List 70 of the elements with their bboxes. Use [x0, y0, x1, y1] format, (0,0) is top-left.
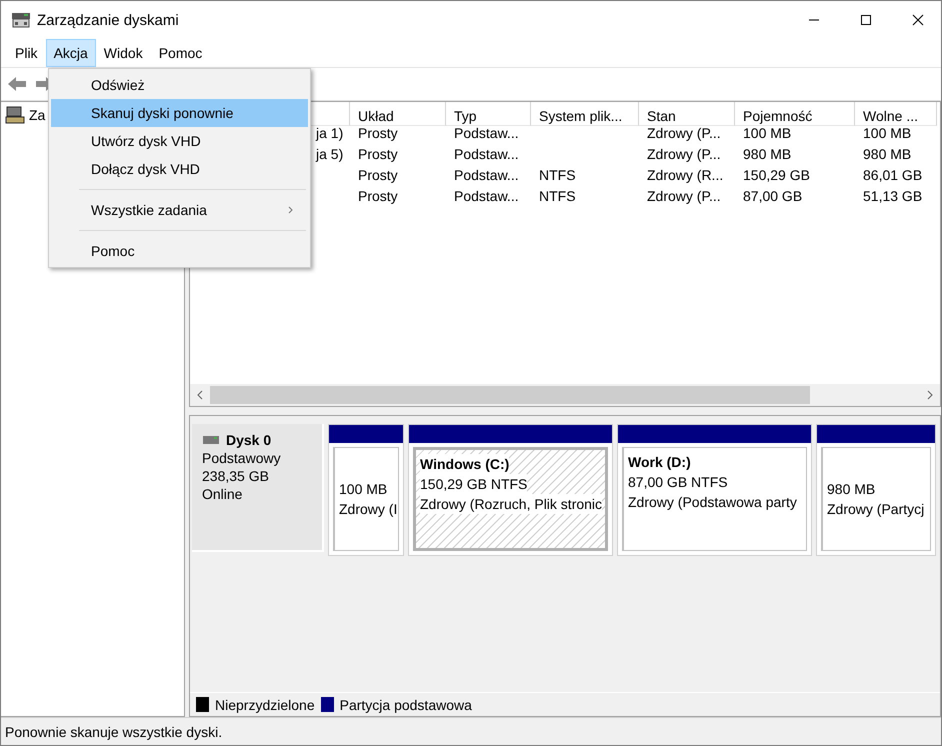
table-cell-text: 100 MB	[862, 124, 912, 143]
legend-label: Nieprzydzielone	[215, 696, 315, 712]
partition-detail: 150,29 GB NTFS	[420, 474, 528, 494]
computer-icon	[5, 106, 25, 124]
menu-entry[interactable]: Wszystkie zadania	[51, 196, 308, 224]
column-header[interactable]: Stan	[639, 102, 735, 126]
partition-detail: Zdrowy (Podstawowa party	[628, 493, 797, 512]
table-cell-text: Podstaw...	[453, 145, 520, 164]
table-cell-text: 980 MB	[862, 145, 912, 164]
status-bar-text: Ponownie skanuje wszystkie dyski.	[1, 717, 941, 745]
horizontal-scrollbar[interactable]	[190, 384, 940, 406]
maximize-icon	[860, 14, 872, 26]
menu-entry[interactable]: Dołącz dysk VHD	[51, 155, 308, 183]
table-cell-text: ja 5)	[314, 145, 344, 164]
table-cell-text: Podstaw...	[453, 166, 520, 185]
disk-size: 238,35 GB	[202, 468, 270, 484]
column-header[interactable]: Wolne ...	[855, 102, 937, 126]
partition-name: Work (D:)	[628, 453, 691, 472]
menu-item[interactable]: Akcja	[46, 39, 96, 67]
column-header[interactable]: System plik...	[531, 102, 639, 126]
menu-item[interactable]: Pomoc	[150, 39, 210, 67]
disk-drive-icon	[11, 11, 31, 29]
table-cell-text: 980 MB	[742, 145, 792, 164]
table-cell-text: Zdrowy (R...	[646, 166, 724, 185]
tree-item[interactable]: Za	[29, 107, 46, 123]
table-cell-text: Prosty	[357, 187, 399, 206]
menu-entry[interactable]: Pomoc	[51, 237, 308, 265]
partition-detail: Zdrowy (Partycj	[827, 500, 924, 519]
menu-item[interactable]: Plik	[7, 39, 46, 67]
close-icon	[912, 14, 924, 26]
disk-drive-icon	[202, 435, 220, 445]
partition-detail: 100 MB	[339, 480, 388, 499]
partition-block[interactable]: 100 MB Zdrowy (I	[333, 447, 399, 551]
partition-block[interactable]: Windows (C:) 150,29 GB NTFS Zdrowy (Rozruch, Plik stronic	[413, 447, 608, 551]
window-title: Zarządzanie dyskami	[37, 12, 180, 28]
table-cell-text: NTFS	[538, 187, 577, 206]
partition-name: Windows (C:)	[420, 454, 510, 474]
legend-label: Partycja podstawowa	[340, 696, 472, 712]
partition-block[interactable]: Work (D:) 87,00 GB NTFS Zdrowy (Podstawowa party	[622, 447, 807, 551]
table-cell-text: Prosty	[357, 124, 399, 143]
table-cell-text: 86,01 GB	[862, 166, 924, 185]
partition-detail: Zdrowy (Rozruch, Plik stronic	[420, 494, 602, 514]
table-cell-text: Zdrowy (P...	[646, 124, 722, 143]
table-cell-text: Podstaw...	[453, 124, 520, 143]
partition-detail: Zdrowy (I	[339, 500, 398, 519]
partition-detail: 980 MB	[827, 480, 876, 499]
partition-block[interactable]: 980 MB Zdrowy (Partycj	[821, 447, 931, 551]
table-cell-text: Prosty	[357, 145, 399, 164]
menu-entry[interactable]: Odśwież	[51, 71, 308, 99]
table-cell-text: Zdrowy (P...	[646, 187, 722, 206]
table-cell-text: 87,00 GB	[742, 187, 804, 206]
menu-item[interactable]: Widok	[96, 39, 151, 67]
table-cell-text: 150,29 GB	[742, 166, 811, 185]
table-cell-text: 100 MB	[742, 124, 792, 143]
table-cell-text: 51,13 GB	[862, 187, 924, 206]
menu-entry[interactable]: Utwórz dysk VHD	[51, 127, 308, 155]
table-cell-text: NTFS	[538, 166, 577, 185]
table-cell-text: Zdrowy (P...	[646, 145, 722, 164]
disk-type: Podstawowy	[202, 450, 282, 466]
disk-status: Online	[202, 486, 244, 502]
submenu-chevron-icon	[288, 206, 294, 214]
menu-entry[interactable]: Skanuj dyski ponownie	[51, 99, 308, 127]
column-header[interactable]: Układ	[350, 102, 446, 126]
back-arrow-icon[interactable]	[7, 76, 27, 92]
table-cell-text: Prosty	[357, 166, 399, 185]
partition-detail: 87,00 GB NTFS	[628, 473, 728, 492]
disk-name: Dysk 0	[226, 432, 272, 448]
column-header[interactable]: Pojemność	[735, 102, 855, 126]
table-cell-text: Podstaw...	[453, 187, 520, 206]
column-header[interactable]: Typ	[446, 102, 531, 126]
